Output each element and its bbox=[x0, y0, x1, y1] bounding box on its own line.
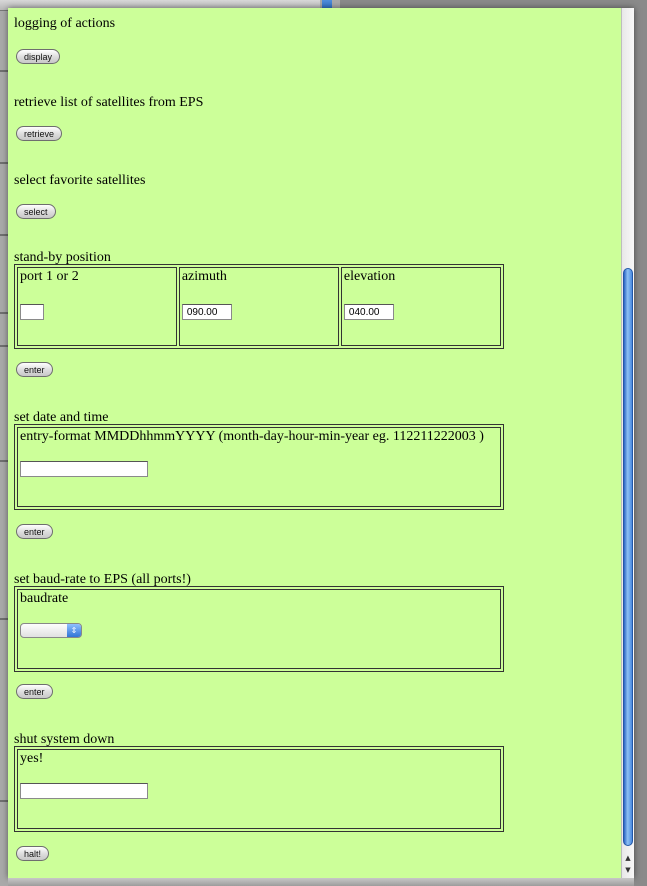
standby-enter-button[interactable]: enter bbox=[16, 362, 53, 377]
window-bottom-bar bbox=[8, 878, 634, 886]
scroll-down-arrow-icon[interactable]: ▼ bbox=[622, 864, 634, 876]
port-input[interactable] bbox=[20, 304, 44, 320]
datetime-hint: entry-format MMDDhhmmYYYY (month-day-hou… bbox=[20, 429, 484, 444]
shutdown-input[interactable] bbox=[20, 783, 148, 799]
scroll-up-arrow-icon[interactable]: ▲ bbox=[622, 852, 634, 864]
halt-button[interactable]: halt! bbox=[16, 846, 50, 861]
vertical-scrollbar[interactable]: ▲ ▼ bbox=[621, 8, 634, 878]
azimuth-cell: azimuth bbox=[178, 267, 339, 346]
elevation-label: elevation bbox=[343, 269, 396, 284]
datetime-cell: entry-format MMDDhhmmYYYY (month-day-hou… bbox=[17, 427, 501, 507]
favorites-title: select favorite satellites bbox=[14, 173, 146, 188]
shutdown-table: yes! bbox=[14, 746, 504, 832]
datetime-enter-button[interactable]: enter bbox=[16, 524, 53, 539]
port-label: port 1 or 2 bbox=[20, 269, 79, 284]
select-arrows-icon: ⇕ bbox=[67, 624, 81, 637]
datetime-input[interactable] bbox=[20, 461, 148, 477]
elevation-input[interactable] bbox=[343, 304, 394, 320]
azimuth-label: azimuth bbox=[181, 269, 227, 284]
display-button[interactable]: display bbox=[16, 49, 61, 64]
select-button[interactable]: select bbox=[16, 204, 56, 219]
control-panel: logging of actions display retrieve list… bbox=[8, 8, 634, 878]
azimuth-input[interactable] bbox=[181, 304, 232, 320]
scrollbar-thumb[interactable] bbox=[623, 268, 633, 846]
standby-table: port 1 or 2 azimuth elevation bbox=[14, 264, 504, 349]
baud-table: baudrate ⇕ bbox=[14, 586, 504, 672]
baud-label: baudrate bbox=[20, 591, 69, 606]
baudrate-select[interactable]: ⇕ bbox=[20, 623, 82, 638]
retrieve-title: retrieve list of satellites from EPS bbox=[14, 95, 204, 110]
port-cell: port 1 or 2 bbox=[17, 267, 177, 346]
shutdown-cell: yes! bbox=[17, 749, 501, 829]
elevation-cell: elevation bbox=[340, 267, 501, 346]
baud-enter-button[interactable]: enter bbox=[16, 684, 53, 699]
baud-cell: baudrate ⇕ bbox=[17, 589, 501, 669]
datetime-table: entry-format MMDDhhmmYYYY (month-day-hou… bbox=[14, 424, 504, 510]
shutdown-label: yes! bbox=[20, 751, 44, 766]
retrieve-button[interactable]: retrieve bbox=[16, 126, 63, 141]
logging-title: logging of actions bbox=[14, 16, 116, 31]
